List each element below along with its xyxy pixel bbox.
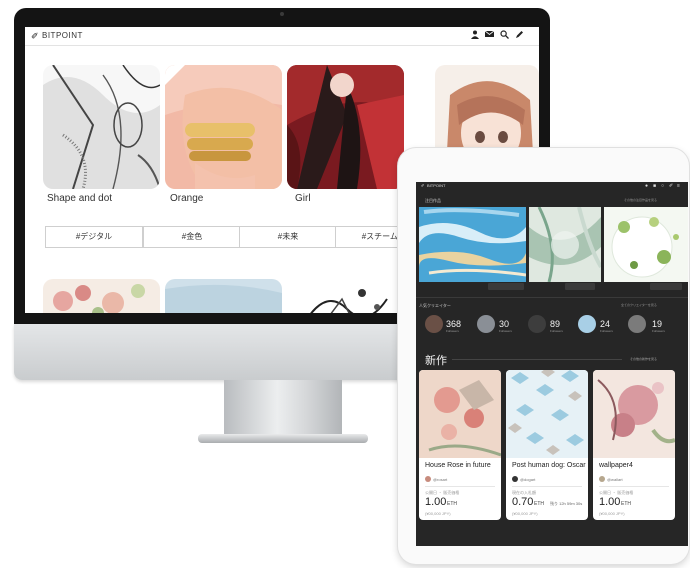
nft-owner[interactable]: @wallart bbox=[607, 477, 623, 482]
pickup-artwork-ocean[interactable] bbox=[419, 207, 526, 282]
camera-icon bbox=[280, 12, 284, 16]
nft-card[interactable]: wallpaper4 @wallart 公開日 ・ 販売価格 1.00 ETH … bbox=[593, 370, 675, 520]
pickup-owner-pill[interactable] bbox=[650, 283, 682, 290]
section-title-new: 新作 bbox=[425, 355, 447, 367]
pickup-artwork-green[interactable] bbox=[604, 207, 688, 282]
artwork-card-girl[interactable] bbox=[287, 65, 404, 189]
imac-stand bbox=[224, 380, 342, 436]
nft-image bbox=[593, 370, 675, 458]
user-icon[interactable] bbox=[471, 30, 479, 41]
artwork-title: Orange bbox=[170, 193, 204, 204]
mail-icon[interactable] bbox=[484, 30, 495, 40]
brand-name[interactable]: BITPOINT bbox=[427, 183, 445, 188]
nft-owner[interactable]: @rosart bbox=[433, 477, 447, 482]
nft-price: 0.70 bbox=[512, 496, 534, 508]
pickup-owner-pill[interactable] bbox=[488, 283, 524, 290]
divider bbox=[599, 486, 669, 487]
artwork-title: Girl bbox=[295, 193, 311, 204]
tag-button[interactable]: #金色 bbox=[143, 226, 241, 248]
nft-title: Post human dog: Oscar bbox=[512, 462, 586, 469]
nft-title: wallpaper4 bbox=[599, 462, 633, 469]
followers-label: Followers bbox=[600, 329, 613, 333]
nft-image bbox=[506, 370, 588, 458]
tag-button[interactable]: #未来 bbox=[239, 226, 337, 248]
imac-base bbox=[198, 434, 368, 443]
nft-price-unit: ETH bbox=[447, 501, 457, 507]
pickup-owner-pill[interactable] bbox=[565, 283, 595, 290]
artwork-title: Shape and dot bbox=[47, 193, 113, 204]
nft-price-unit: ETH bbox=[621, 501, 631, 507]
followers-label: Followers bbox=[652, 329, 665, 333]
pen-icon[interactable]: ✐ bbox=[669, 183, 673, 189]
followers-label: Followers bbox=[446, 329, 459, 333]
artwork-card-shape-and-dot[interactable] bbox=[43, 65, 160, 189]
creator-followers: 24 bbox=[600, 319, 611, 329]
tablet-screen: ✐ BITPOINT ● ■ ○ ✐ ≡ 注目作品 その他の注目作品を見る 人気… bbox=[416, 182, 688, 546]
divider bbox=[416, 297, 688, 298]
nft-price-jpy: (¥00,000 JPY) bbox=[512, 511, 538, 516]
nft-price: 1.00 bbox=[599, 496, 621, 508]
user-icon[interactable]: ● bbox=[645, 183, 648, 189]
divider bbox=[452, 359, 622, 360]
followers-label: Followers bbox=[550, 329, 563, 333]
creator-avatar[interactable] bbox=[628, 315, 646, 333]
creator-followers: 368 bbox=[446, 319, 462, 329]
avatar bbox=[599, 476, 605, 482]
artwork-card-ink[interactable] bbox=[287, 279, 404, 313]
pen-icon[interactable] bbox=[515, 30, 524, 41]
nft-card[interactable]: Post human dog: Oscar @dogart 現在の入札額 0.7… bbox=[506, 370, 588, 520]
section-title-pickup: 注目作品 bbox=[425, 198, 441, 203]
nft-image bbox=[419, 370, 501, 458]
creator-avatar[interactable] bbox=[477, 315, 495, 333]
tag-button[interactable]: #デジタル bbox=[45, 226, 143, 248]
nft-title: House Rose in future bbox=[425, 462, 491, 469]
nft-price-unit: ETH bbox=[534, 501, 544, 507]
brand-logo-icon[interactable]: ✐ bbox=[421, 183, 424, 188]
creator-avatar[interactable] bbox=[578, 315, 596, 333]
nft-price-jpy: (¥00,000 JPY) bbox=[425, 511, 451, 516]
nft-card[interactable]: House Rose in future @rosart 公開日 ・ 販売価格 … bbox=[419, 370, 501, 520]
nft-price: 1.00 bbox=[425, 496, 447, 508]
auction-countdown: 残り 12h 59m 30s bbox=[550, 501, 583, 506]
nft-owner[interactable]: @dogart bbox=[520, 477, 535, 482]
menu-icon[interactable]: ≡ bbox=[677, 183, 680, 189]
creator-followers: 89 bbox=[550, 319, 561, 329]
creator-followers: 19 bbox=[652, 319, 663, 329]
mail-icon[interactable]: ■ bbox=[653, 183, 656, 189]
nft-price-jpy: (¥00,000 JPY) bbox=[599, 511, 625, 516]
search-icon[interactable]: ○ bbox=[661, 183, 664, 189]
avatar bbox=[512, 476, 518, 482]
artwork-card-flowers[interactable] bbox=[43, 279, 160, 313]
followers-label: Followers bbox=[499, 329, 512, 333]
divider bbox=[425, 486, 495, 487]
creators-more-link[interactable]: 全てのクリエイターを見る bbox=[621, 303, 657, 307]
section-title-creators: 人気クリエイター bbox=[419, 303, 451, 308]
new-more-link[interactable]: その他の新作を見る bbox=[630, 357, 657, 361]
brand-name[interactable]: BITPOINT bbox=[42, 31, 83, 40]
desktop-navbar: ✐ BITPOINT bbox=[25, 27, 539, 46]
creator-avatar[interactable] bbox=[528, 315, 546, 333]
artwork-card-orange[interactable] bbox=[165, 65, 282, 189]
divider bbox=[512, 486, 582, 487]
artwork-card-blue[interactable] bbox=[165, 279, 282, 313]
avatar bbox=[425, 476, 431, 482]
pickup-artwork-glass[interactable] bbox=[529, 207, 601, 282]
creator-avatar[interactable] bbox=[425, 315, 443, 333]
brand-logo-icon[interactable]: ✐ bbox=[31, 31, 39, 42]
creator-followers: 30 bbox=[499, 319, 510, 329]
search-icon[interactable] bbox=[500, 30, 509, 41]
pickup-more-link[interactable]: その他の注目作品を見る bbox=[624, 198, 657, 202]
